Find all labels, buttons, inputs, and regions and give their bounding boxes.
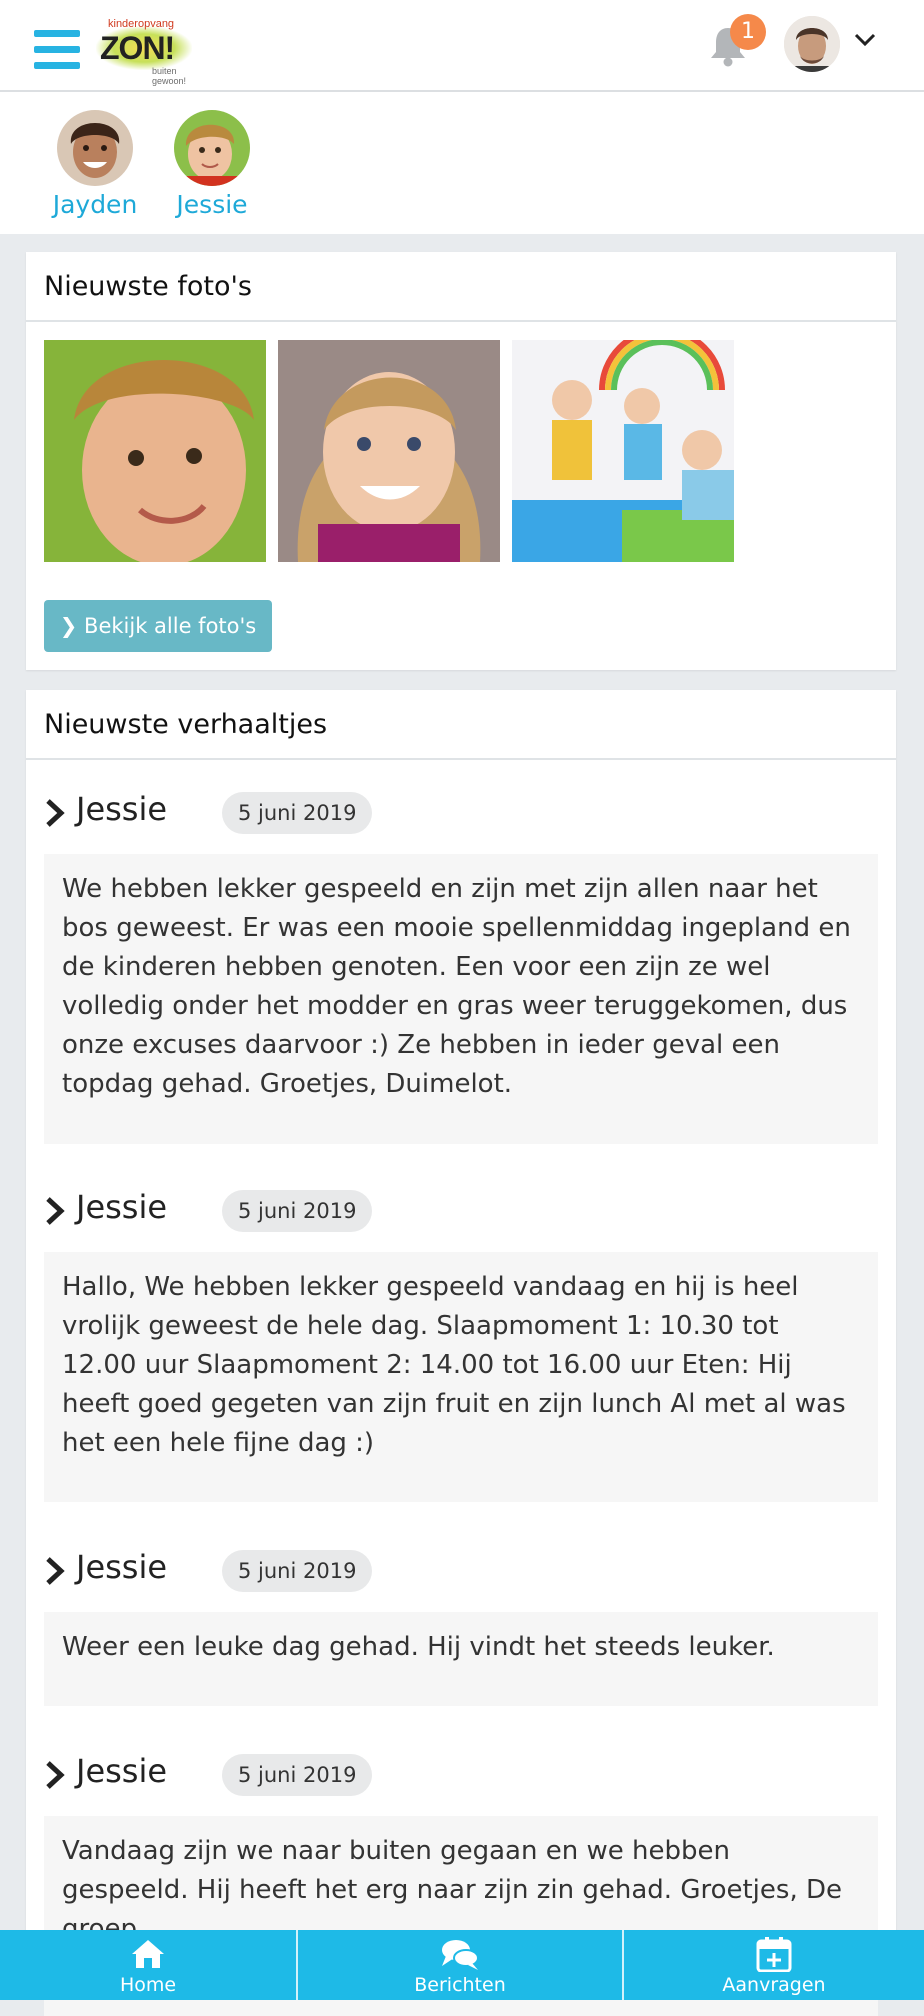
story-item: Jessie 5 juni 2019 Hallo, We hebben lekk… <box>44 1186 878 1502</box>
calendar-plus-icon <box>756 1937 792 1972</box>
story-item: Jessie 5 juni 2019 Weer een leuke dag ge… <box>44 1546 878 1706</box>
story-item: Jessie 5 juni 2019 We hebben lekker gesp… <box>44 788 878 1144</box>
children-selector: Jayden Jessie <box>0 92 924 234</box>
child-avatar <box>174 110 250 186</box>
nav-label: Home <box>119 1974 177 1996</box>
bottom-navigation: Home Berichten Aanvragen <box>0 1930 924 2000</box>
story-date-badge: 5 juni 2019 <box>222 1190 373 1232</box>
story-date-badge: 5 juni 2019 <box>222 1550 373 1592</box>
nav-home[interactable]: Home <box>0 1930 296 2000</box>
nav-label: Berichten <box>414 1974 506 1996</box>
story-text: Hallo, We hebben lekker gespeeld vandaag… <box>44 1252 878 1502</box>
kinderopvang-zon-logo[interactable]: kinderopvang ZON! buiten gewoon! <box>96 16 192 86</box>
chevron-right-icon <box>46 799 65 827</box>
child-jayden[interactable]: Jayden <box>40 110 150 230</box>
story-header[interactable]: Jessie 5 juni 2019 <box>44 788 878 838</box>
hamburger-menu-icon[interactable] <box>34 30 80 70</box>
home-icon <box>132 1940 164 1968</box>
child-name: Jayden <box>52 190 138 219</box>
story-child-name[interactable]: Jessie <box>76 1752 167 1790</box>
card-title: Nieuwste verhaaltjes <box>26 690 896 760</box>
story-child-name[interactable]: Jessie <box>76 1188 167 1226</box>
story-text: Weer een leuke dag gehad. Hij vindt het … <box>44 1612 878 1706</box>
nav-aanvragen[interactable]: Aanvragen <box>624 1930 924 2000</box>
story-text: We hebben lekker gespeeld en zijn met zi… <box>44 854 878 1144</box>
chevron-right-icon <box>46 1197 65 1225</box>
story-header[interactable]: Jessie 5 juni 2019 <box>44 1750 878 1800</box>
view-all-photos-button[interactable]: ❯ Bekijk alle foto's <box>44 600 272 652</box>
user-avatar[interactable] <box>784 16 840 72</box>
latest-stories-card: Nieuwste verhaaltjes Jessie 5 juni 2019 … <box>26 690 896 2016</box>
story-header[interactable]: Jessie 5 juni 2019 <box>44 1186 878 1236</box>
story-child-name[interactable]: Jessie <box>76 790 167 828</box>
child-name: Jessie <box>176 190 248 219</box>
latest-photos-card: Nieuwste foto's ❯ Bekijk alle foto's <box>26 252 896 670</box>
story-child-name[interactable]: Jessie <box>76 1548 167 1586</box>
nav-label: Aanvragen <box>722 1974 826 1996</box>
chevron-right-icon <box>46 1557 65 1585</box>
photo-thumbnail[interactable] <box>44 340 266 562</box>
chevron-right-icon <box>46 1761 65 1789</box>
notification-badge: 1 <box>730 14 766 50</box>
chevron-right-icon: ❯ <box>59 614 85 638</box>
chat-icon <box>442 1940 479 1970</box>
child-avatar <box>57 110 133 186</box>
nav-berichten[interactable]: Berichten <box>298 1930 622 2000</box>
app-header: kinderopvang ZON! buiten gewoon! 1 <box>0 0 924 92</box>
story-header[interactable]: Jessie 5 juni 2019 <box>44 1546 878 1596</box>
chevron-down-icon[interactable] <box>854 32 876 48</box>
photo-thumbnail[interactable] <box>512 340 734 562</box>
card-title: Nieuwste foto's <box>26 252 896 322</box>
child-jessie[interactable]: Jessie <box>157 110 267 230</box>
story-date-badge: 5 juni 2019 <box>222 792 373 834</box>
story-date-badge: 5 juni 2019 <box>222 1754 373 1796</box>
photo-thumbnail[interactable] <box>278 340 500 562</box>
